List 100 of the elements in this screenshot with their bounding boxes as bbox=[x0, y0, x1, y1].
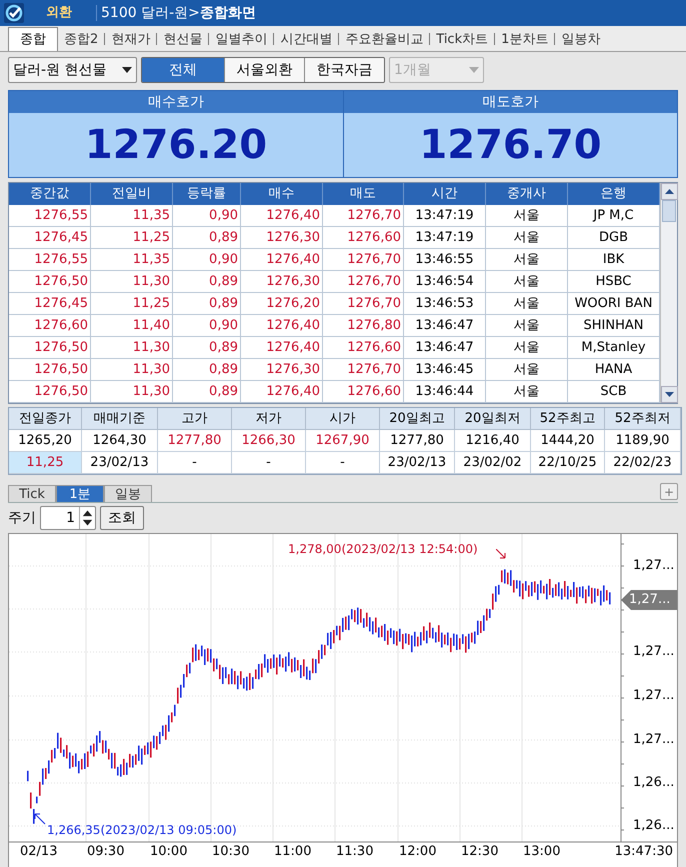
table-cell: 0,90 bbox=[173, 315, 241, 336]
high-annotation: 1,278,00(2023/02/13 12:54:00) bbox=[288, 543, 478, 555]
table-cell: 0,89 bbox=[173, 381, 241, 402]
table-cell: 1276,45 bbox=[9, 227, 91, 248]
table-cell: 23/02/13 bbox=[380, 452, 455, 474]
table-cell: 1216,40 bbox=[455, 430, 531, 452]
caret-icon bbox=[469, 67, 479, 73]
screen-tab[interactable]: 종합 bbox=[8, 27, 58, 51]
table-cell: 13:46:45 bbox=[404, 359, 486, 380]
table-cell: 서울 bbox=[486, 227, 568, 248]
table-cell: 1276,45 bbox=[9, 293, 91, 314]
table-cell: 서울 bbox=[486, 293, 568, 314]
screen-tab[interactable]: 현선물 bbox=[157, 29, 208, 51]
table-cell: - bbox=[232, 452, 306, 474]
table-cell: 13:47:19 bbox=[404, 205, 486, 226]
table-cell: 11,25 bbox=[91, 227, 173, 248]
table-cell: 서울 bbox=[486, 315, 568, 336]
table-cell: 0,89 bbox=[173, 359, 241, 380]
table-cell: 1266,30 bbox=[232, 430, 306, 452]
period-spinner[interactable]: 1 bbox=[40, 506, 96, 530]
table-cell: 0,89 bbox=[173, 293, 241, 314]
table-cell: 11,40 bbox=[91, 315, 173, 336]
table-cell: 1277,80 bbox=[158, 430, 232, 452]
scroll-down-icon bbox=[661, 386, 678, 403]
axis-label: 11:30 bbox=[336, 845, 374, 858]
table-cell: 1276,30 bbox=[241, 359, 323, 380]
table-cell: 11,30 bbox=[91, 271, 173, 292]
table-cell: 1276,50 bbox=[9, 271, 91, 292]
column-header: 등락률 bbox=[173, 183, 241, 205]
axis-label: 1,27... bbox=[633, 645, 674, 658]
column-header: 중개사 bbox=[486, 183, 568, 205]
axis-label: 13:00 bbox=[523, 845, 560, 858]
table-cell: 1276,50 bbox=[9, 381, 91, 402]
product-select[interactable]: 달러-원 현선물 bbox=[8, 57, 137, 83]
table-cell: 11,30 bbox=[91, 337, 173, 358]
table-cell: 1264,30 bbox=[82, 430, 158, 452]
chart-tab[interactable]: Tick bbox=[8, 485, 56, 502]
screen-tab[interactable]: 1분차트 bbox=[495, 29, 554, 51]
screen-tab[interactable]: 일봉차 bbox=[555, 29, 606, 51]
check-circle-icon bbox=[4, 3, 24, 23]
table-cell: 0,89 bbox=[173, 271, 241, 292]
market-segment[interactable]: 전체 bbox=[142, 58, 224, 82]
table-cell: 서울 bbox=[486, 205, 568, 226]
axis-label: 12:00 bbox=[399, 845, 436, 858]
table-cell: 1276,40 bbox=[241, 381, 323, 402]
table-cell: 1265,20 bbox=[9, 430, 82, 452]
axis-label: 1,26... bbox=[633, 776, 674, 789]
axis-label: 1,26... bbox=[633, 819, 674, 832]
table-cell: 1276,70 bbox=[323, 249, 404, 270]
arrow-icon bbox=[496, 549, 506, 559]
table-cell: 1276,50 bbox=[9, 359, 91, 380]
up-down-arrows-icon bbox=[79, 507, 95, 529]
table-cell: 11,35 bbox=[91, 249, 173, 270]
table-cell: 서울 bbox=[486, 271, 568, 292]
search-button[interactable]: 조회 bbox=[100, 506, 144, 530]
caret-icon bbox=[122, 67, 132, 73]
screen-tab[interactable]: Tick차트 bbox=[430, 29, 494, 51]
table-cell: 11,25 bbox=[91, 293, 173, 314]
market-segment[interactable]: 한국자금 bbox=[304, 58, 384, 82]
market-segment[interactable]: 서울외환 bbox=[224, 58, 304, 82]
screen-tab[interactable]: 종합2 bbox=[58, 29, 104, 51]
table-cell: 서울 bbox=[486, 381, 568, 402]
scrollbar[interactable] bbox=[660, 183, 677, 403]
chart-tab[interactable]: 1분 bbox=[56, 485, 104, 502]
quote-header: 매도호가 bbox=[344, 91, 677, 113]
table-cell: 서울 bbox=[486, 359, 568, 380]
table-cell: 1276,20 bbox=[241, 293, 323, 314]
table-cell: 1276,55 bbox=[9, 249, 91, 270]
table-cell: 11,25 bbox=[9, 452, 82, 474]
screen-title: 5100 달러-원>종합화면 bbox=[101, 4, 256, 22]
section-label: 외환 bbox=[46, 4, 72, 22]
table-cell: 13:46:54 bbox=[404, 271, 486, 292]
axis-label: 1,27... bbox=[633, 559, 674, 572]
table-cell: 1276,70 bbox=[323, 271, 404, 292]
table-cell: 1276,50 bbox=[9, 337, 91, 358]
scroll-thumb[interactable] bbox=[662, 200, 676, 222]
arrow-icon bbox=[34, 813, 46, 825]
axis-label: 11:00 bbox=[274, 845, 312, 858]
table-cell: 1276,40 bbox=[241, 337, 323, 358]
table-cell: 1276,40 bbox=[241, 205, 323, 226]
table-cell: 11,30 bbox=[91, 381, 173, 402]
screen-tab[interactable]: 시간대별 bbox=[274, 29, 338, 51]
expand-button[interactable]: + bbox=[660, 483, 678, 500]
table-cell: 1276,55 bbox=[9, 205, 91, 226]
table-cell: 13:46:47 bbox=[404, 337, 486, 358]
table-cell: 1267,90 bbox=[306, 430, 380, 452]
table-cell: 1276,60 bbox=[323, 381, 404, 402]
column-header: 중간값 bbox=[9, 183, 91, 205]
table-cell: 서울 bbox=[486, 249, 568, 270]
screen-tab[interactable]: 일별추이 bbox=[209, 29, 274, 51]
table-cell: 서울 bbox=[486, 337, 568, 358]
quote-price: 1276.20 bbox=[9, 113, 343, 177]
screen-tab[interactable]: 현재가 bbox=[105, 29, 156, 51]
table-cell: 22/10/25 bbox=[531, 452, 605, 474]
screen-tab[interactable]: 주요환율비교 bbox=[339, 29, 430, 51]
table-cell: - bbox=[158, 452, 232, 474]
table-cell: 11,35 bbox=[91, 205, 173, 226]
table-cell: 1276,40 bbox=[241, 315, 323, 336]
chart-tab[interactable]: 일봉 bbox=[104, 485, 152, 502]
current-price-marker: 1,27... bbox=[621, 590, 677, 610]
